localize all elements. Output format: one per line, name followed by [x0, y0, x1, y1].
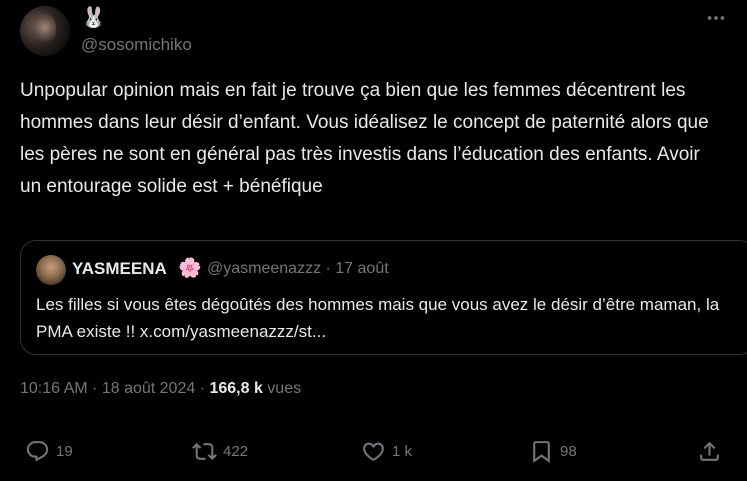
- views-count: 166,8 k: [209, 380, 263, 397]
- avatar[interactable]: [20, 6, 70, 56]
- more-horizontal-icon: [707, 16, 725, 20]
- action-bar: 19 422 1 k 98: [0, 425, 747, 481]
- tweet-meta: 10:16 AM · 18 août 2024 · 166,8 k vues: [20, 377, 301, 401]
- quote-author-name: YASMEENA: [72, 259, 167, 278]
- quote-tweet[interactable]: YASMEENA 🌸 @yasmeenazzz · 17 août Les fi…: [20, 240, 747, 355]
- quote-handle-date: @yasmeenazzz · 17 août: [207, 260, 389, 277]
- repost-button[interactable]: 422: [192, 435, 248, 467]
- share-icon: [700, 441, 719, 461]
- more-button[interactable]: [698, 4, 734, 32]
- author-handle[interactable]: @sosomichiko: [81, 34, 192, 56]
- quote-text: Les filles si vous êtes dégoûtés des hom…: [36, 295, 720, 341]
- like-button[interactable]: 1 k: [361, 435, 412, 467]
- reply-button[interactable]: 19: [25, 435, 73, 467]
- bookmark-icon: [533, 440, 550, 463]
- share-button[interactable]: [697, 435, 722, 467]
- tweet-timestamp[interactable]: 10:16 AM · 18 août 2024 ·: [20, 380, 209, 397]
- quote-author-emoji: 🌸: [178, 258, 202, 279]
- reply-icon: [26, 440, 49, 462]
- repost-count: 422: [223, 442, 249, 460]
- reply-count: 19: [56, 442, 73, 460]
- repost-icon: [192, 442, 217, 460]
- tweet: 🐰 @sosomichiko Unpopular opinion mais en…: [0, 0, 747, 481]
- author-display-name[interactable]: 🐰: [81, 6, 106, 30]
- quote-avatar[interactable]: [36, 255, 66, 285]
- like-count: 1 k: [392, 442, 413, 460]
- tweet-text: Unpopular opinion mais en fait je trouve…: [20, 80, 714, 197]
- bookmark-count: 98: [560, 442, 577, 460]
- heart-icon: [363, 442, 384, 461]
- bookmark-button[interactable]: 98: [529, 435, 577, 467]
- views-label: vues: [262, 380, 302, 397]
